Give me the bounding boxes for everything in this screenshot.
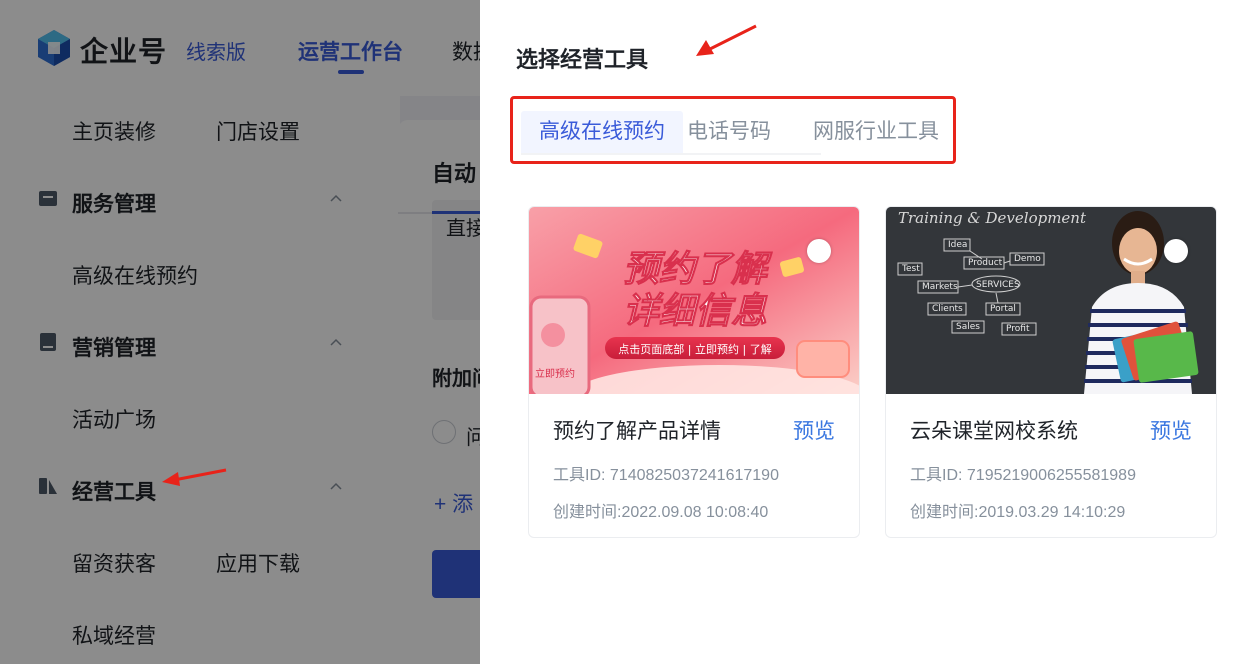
tab-advanced-booking[interactable]: 高级在线预约 [521,111,683,153]
card-banner-image: 点击页面底部 | 立即预约 | 了解 预约了解 详细信息 立即预约 [529,207,859,394]
banner-phone-button-text: 立即预约 [535,367,575,380]
chalk-word: Clients [932,304,963,314]
card-created-time: 创建时间:2019.03.29 14:10:29 [910,504,1126,521]
chalk-word: Portal [990,304,1016,314]
card-title: 预约了解产品详情 [553,420,721,443]
training-banner-image: Training & Development Idea Product Demo… [886,207,1216,394]
card-tool-id: 工具ID: 7195219006255581989 [910,467,1136,484]
chalk-word: Markets [922,282,958,292]
drawer-title: 选择经营工具 [516,47,649,72]
card-banner-image: Training & Development Idea Product Demo… [886,207,1216,394]
banner-line2: 详细信息 [623,291,768,332]
banner-line1: 预约了解 [623,249,773,290]
preview-link[interactable]: 预览 [793,415,835,445]
chalk-word: Product [968,258,1003,268]
annotation-arrow-icon [696,24,757,56]
card-select-radio[interactable] [807,239,831,263]
tool-card[interactable]: 点击页面底部 | 立即预约 | 了解 预约了解 详细信息 立即预约 预约了解产品… [528,206,860,538]
preview-link[interactable]: 预览 [1150,415,1192,445]
card-tool-id: 工具ID: 7140825037241617190 [553,467,779,484]
chalk-word: Demo [1014,254,1041,264]
tab-web-service-tools[interactable]: 网服行业工具 [813,111,939,153]
tool-card[interactable]: Training & Development Idea Product Demo… [885,206,1217,538]
chalk-word: Sales [956,322,980,332]
tool-picker-drawer: 选择经营工具 高级在线预约 电话号码 网服行业工具 点击页面底部 | 立即预约 … [480,0,1245,664]
tool-tabs: 高级在线预约 电话号码 网服行业工具 [510,96,956,164]
card-title: 云朵课堂网校系统 [910,420,1078,443]
chalk-word: SERVICES [976,280,1020,290]
card-select-radio[interactable] [1164,239,1188,263]
banner-heading: Training & Development [898,209,1087,227]
booking-banner-image: 点击页面底部 | 立即预约 | 了解 预约了解 详细信息 立即预约 [529,207,859,394]
chalk-word: Test [901,264,920,274]
chalk-word: Idea [948,240,967,250]
card-created-time: 创建时间:2022.09.08 10:08:40 [553,504,769,521]
tab-bar-divider [521,153,821,155]
chalk-word: Profit [1006,324,1030,334]
tab-phone-number[interactable]: 电话号码 [687,111,771,153]
banner-strip-text: 点击页面底部 | 立即预约 | 了解 [618,342,771,356]
annotation-arrow-icon [162,468,227,486]
